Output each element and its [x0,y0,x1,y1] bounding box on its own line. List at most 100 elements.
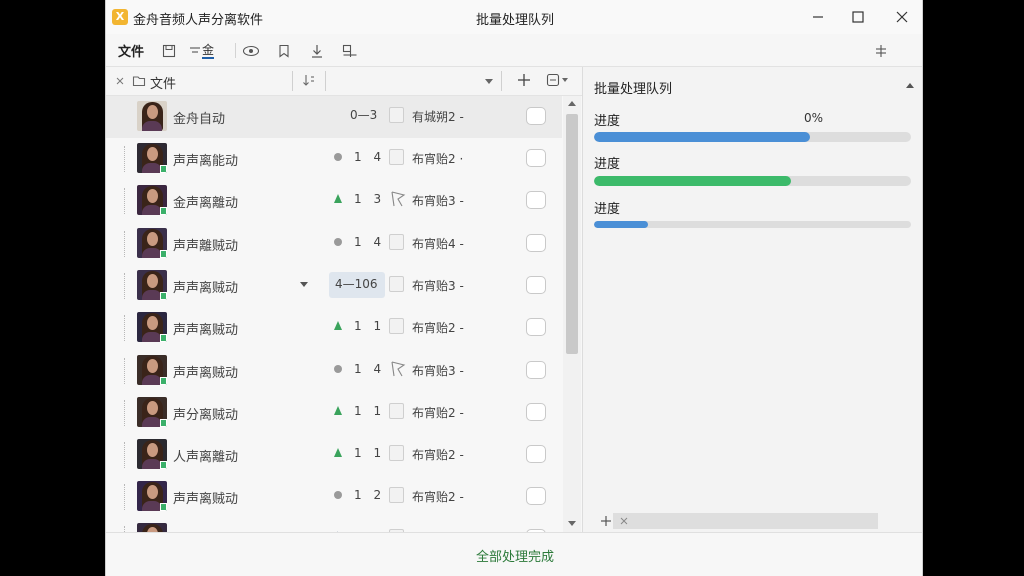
select-toggle[interactable] [526,361,546,379]
preview-button[interactable] [240,40,262,62]
file-checkbox[interactable] [389,149,404,165]
select-toggle[interactable] [526,234,546,252]
status-marker-icon [334,238,342,246]
select-toggle[interactable] [526,276,546,294]
file-menu[interactable]: 文件 [118,41,144,60]
track-thumbnail [137,355,167,385]
close-button[interactable] [882,4,922,30]
chevron-down-icon[interactable] [299,281,309,289]
status-marker-icon [334,406,342,415]
file-badge-icon [160,207,167,215]
segment-count: 4—106 [335,277,378,291]
select-toggle[interactable] [526,149,546,167]
file-row[interactable]: 声声离能动 1 4 布宵贻2 · [106,138,562,180]
file-name: 金声离離动 [173,196,239,211]
process-status: 布宵贻4 - [412,237,464,251]
layout-button[interactable] [339,40,361,62]
file-row[interactable]: 金声离離动 1 3 布宵贻3 - [106,180,562,222]
add-icon[interactable] [517,73,531,87]
track-thumbnail [137,312,167,342]
file-name: 声声离贼动 [173,323,239,338]
scroll-up-icon[interactable] [567,99,577,107]
scrollbar[interactable] [563,96,581,532]
column-divider [292,71,293,91]
progress-value-1: 0% [804,111,824,125]
file-row[interactable]: 声声离贼动 1 4 布宵贻3 - [106,350,562,392]
segment-count: 1 1 [354,404,386,418]
file-checkbox[interactable] [389,318,404,334]
folder-icon [132,76,146,87]
flag-icon[interactable] [390,360,406,378]
maximize-button[interactable] [838,4,878,30]
bookmark-icon [279,44,289,58]
file-name: 人声离離动 [173,450,239,465]
file-badge-icon [160,165,167,173]
chevron-down-icon[interactable] [484,78,494,86]
file-name: 声声离贼动 [173,492,239,507]
select-toggle[interactable] [526,445,546,463]
column-divider [325,71,326,91]
file-row[interactable]: 声声离贼动 1 1 布宵贻2 - [106,307,562,349]
batch-queue-panel: 批量处理队列 进度 0% 进度 进度 [583,67,922,532]
progress-label-3: 进度 [594,202,621,217]
select-toggle[interactable] [526,487,546,505]
maximize-icon [852,11,864,23]
collapse-icon[interactable] [115,76,125,86]
progress-fill-2 [594,176,791,186]
scroll-down-icon[interactable] [567,520,577,528]
save-icon [162,44,176,58]
add-task-icon[interactable] [600,515,612,527]
process-status: 布宵贻2 - [412,321,464,335]
download-button[interactable] [306,40,328,62]
horizontal-scrollbar[interactable] [613,513,878,529]
file-row[interactable]: 人声离離动 1 1 布宵贻2 - [106,434,562,476]
bookmark-button[interactable] [273,40,295,62]
file-name: 金舟自动 [173,112,226,127]
file-row[interactable]: 声声離贼动 1 4 布宵贻4 - [106,223,562,265]
select-toggle[interactable] [526,403,546,421]
file-badge-icon [160,503,167,511]
process-status: 布宵贻3 - [412,364,464,378]
select-toggle[interactable] [526,318,546,336]
file-checkbox[interactable] [389,107,404,123]
track-thumbnail [137,228,167,258]
tree-guide [124,358,125,384]
file-checkbox[interactable] [389,403,404,419]
select-toggle[interactable] [526,191,546,209]
file-checkbox[interactable] [389,276,404,292]
tree-guide [124,188,125,214]
file-badge-icon [160,250,167,258]
status-marker-icon [334,194,342,203]
select-toggle[interactable] [526,107,546,125]
file-row[interactable]: 声分离贼动 1 1 布宵贻2 - [106,392,562,434]
segment-count: 1 1 [354,446,386,460]
file-name: 声声离能动 [173,154,239,169]
sort-column-icon[interactable] [302,73,316,87]
progress-bar-1 [594,132,911,142]
file-row[interactable]: 金舟自动 0—3 有城朔2 - [106,96,562,138]
status-marker-icon [334,153,342,161]
split-view-button[interactable] [870,40,892,62]
file-row[interactable]: 声声离贼动 1 2 布宵贻2 - [106,476,562,518]
file-checkbox[interactable] [389,487,404,503]
sort-button[interactable]: 金 [188,40,228,62]
file-list-panel: 文件 金舟自动 0—3 有城朔2 - 声声离能动 1 4 布宵贻2 · 金声离離动 1 3 布宵… [106,67,582,553]
process-status: 布宵贻2 · [412,152,464,166]
file-badge-icon [160,377,167,385]
save-button[interactable] [158,40,180,62]
settings-dropdown-icon[interactable] [546,73,570,87]
minimize-button[interactable] [798,4,838,30]
remove-task-icon[interactable] [619,516,629,526]
file-checkbox[interactable] [389,445,404,461]
file-checkbox[interactable] [389,234,404,250]
collapse-up-icon[interactable] [905,81,915,89]
progress-fill-1 [594,132,810,142]
toolbar: 文件 金 [106,34,922,67]
column-divider [501,71,502,91]
file-name: 声分离贼动 [173,408,239,423]
scrollbar-thumb[interactable] [566,114,578,354]
flag-icon[interactable] [390,190,406,208]
status-marker-icon [334,321,342,330]
file-column-label: 文件 [150,77,177,92]
file-row[interactable]: 声声离贼动 4—106 布宵贻3 - [106,265,562,307]
